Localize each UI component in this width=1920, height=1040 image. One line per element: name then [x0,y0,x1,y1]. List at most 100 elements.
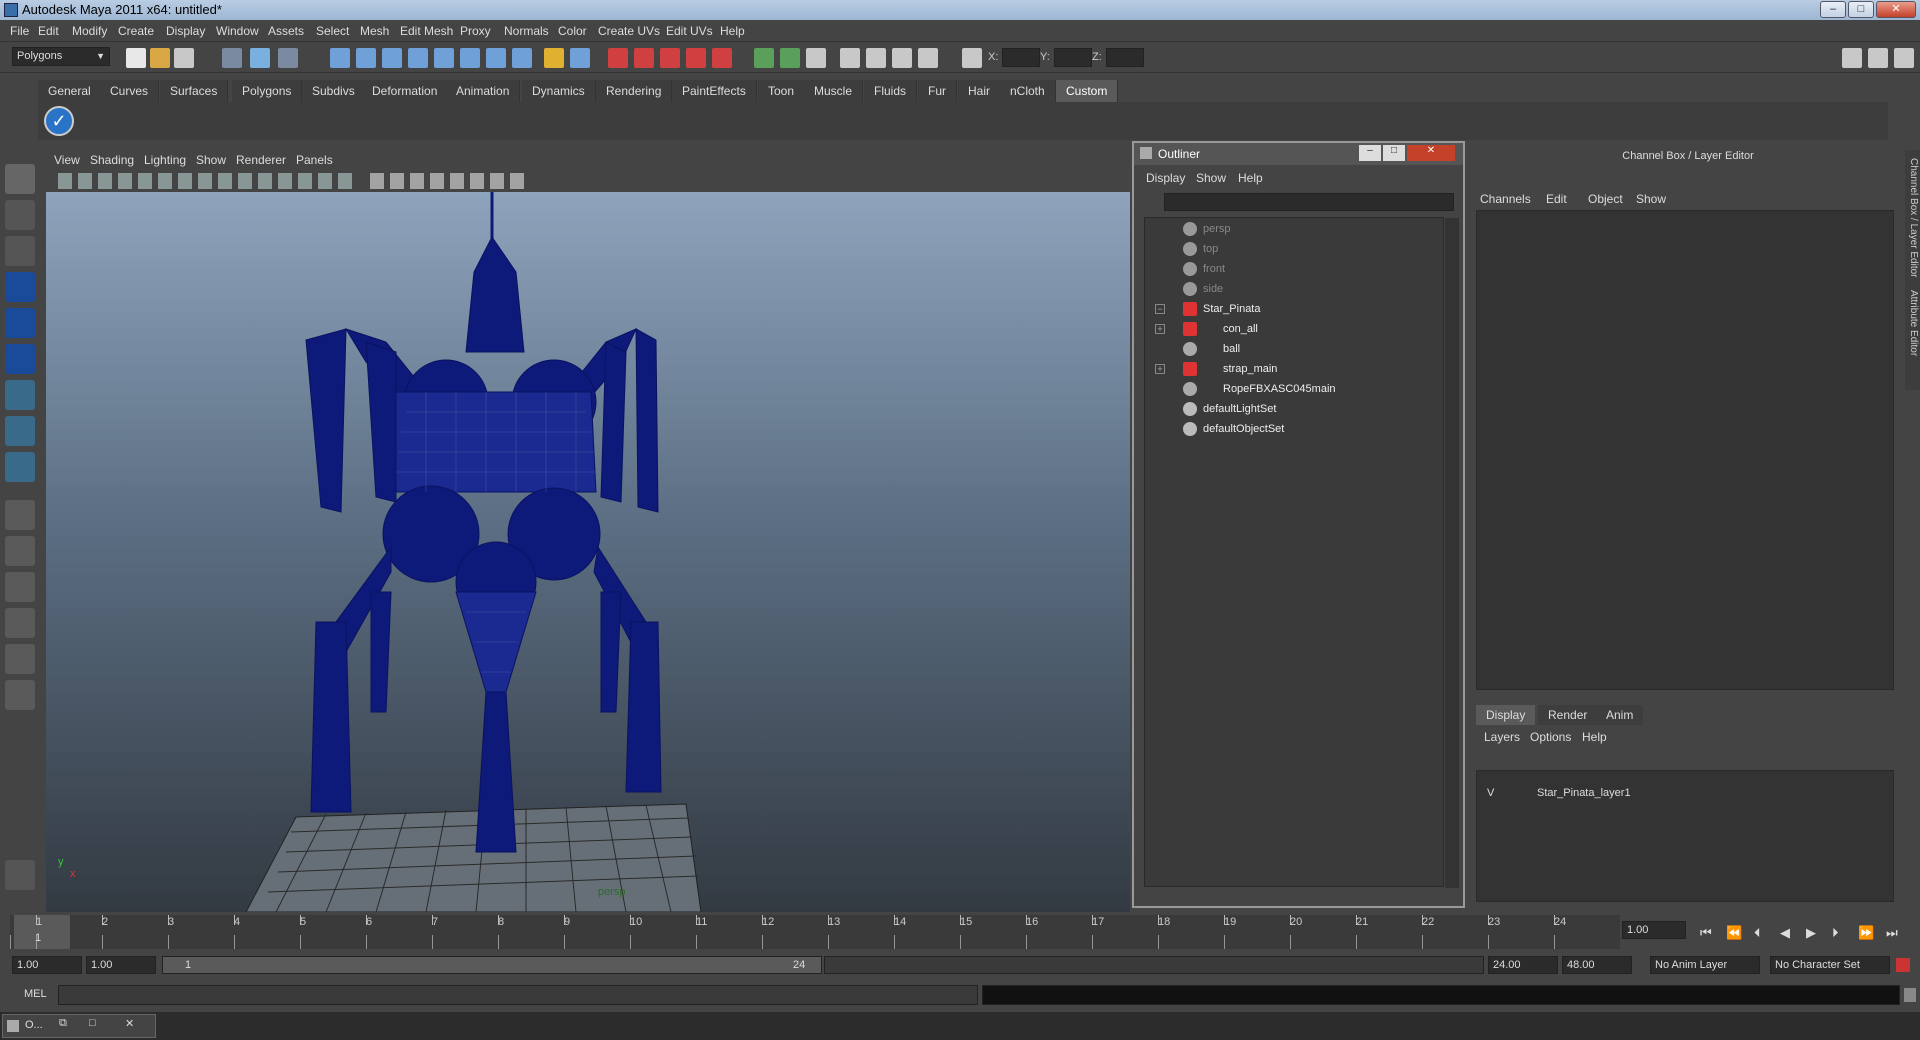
snap-point-icon[interactable] [382,48,402,68]
absolute-transform-icon[interactable] [962,48,982,68]
scene-icon[interactable] [5,860,35,890]
tab-rendering[interactable]: Rendering [596,80,673,102]
menu-mesh[interactable]: Mesh [360,24,389,38]
go-to-start-icon[interactable]: ⏮ [1700,925,1712,941]
layout-icon-1[interactable] [1842,48,1862,68]
list-item-star-pinata[interactable]: Star_Pinata [1203,300,1260,318]
vp-menu-lighting[interactable]: Lighting [144,153,186,167]
manipulator-tool-icon[interactable] [5,380,35,410]
outliner-persp-layout-icon[interactable] [5,572,35,602]
step-forward-key-icon[interactable]: ⏩ [1858,925,1874,941]
range-slider[interactable]: 1 24 [162,956,822,974]
maximize-icon[interactable]: □ [89,1017,96,1029]
render-frame-icon[interactable] [634,48,654,68]
tab-general[interactable]: General [38,80,102,102]
snap-curve-icon[interactable] [356,48,376,68]
outliner-close-button[interactable]: ✕ [1407,145,1455,161]
paint-select-icon[interactable] [5,236,35,266]
menu-modify[interactable]: Modify [72,24,107,38]
collapse-toggle[interactable]: − [1155,304,1165,314]
tab-custom[interactable]: Custom [1056,80,1119,102]
rename-icon[interactable] [780,48,800,68]
ipr-render-icon[interactable] [660,48,680,68]
cb-menu-show[interactable]: Show [1636,192,1666,206]
persp-graph-layout-icon[interactable] [5,608,35,638]
cb-menu-edit[interactable]: Edit [1546,192,1567,206]
select-component-icon[interactable] [278,48,298,68]
menu-create[interactable]: Create [118,24,154,38]
cb-menu-object[interactable]: Object [1588,192,1623,206]
tab-painteffects[interactable]: PaintEffects [672,80,757,102]
tab-fluids[interactable]: Fluids [864,80,918,102]
help-question-icon[interactable] [512,48,532,68]
anim-layer-selector[interactable]: No Anim Layer [1650,956,1760,974]
expand-toggle[interactable]: + [1155,364,1165,374]
layer-name[interactable]: Star_Pinata_layer1 [1537,787,1631,799]
shading-toolbar-icons[interactable] [370,173,530,189]
vp-menu-show[interactable]: Show [196,153,226,167]
layout-icon-3[interactable] [1894,48,1914,68]
restore-icon[interactable]: ⧉ [59,1017,67,1030]
tab-muscle[interactable]: Muscle [804,80,864,102]
panel-toolbar-icons[interactable] [58,173,358,189]
last-tool-icon[interactable] [5,452,35,482]
menu-create-uvs[interactable]: Create UVs [598,24,660,38]
list-item-top[interactable]: top [1203,240,1218,258]
list-item-default-light-set[interactable]: defaultLightSet [1203,400,1276,418]
step-back-key-icon[interactable]: ⏪ [1726,925,1742,941]
list-item-strap-main[interactable]: strap_main [1223,360,1277,378]
layer-tab-render[interactable]: Render [1538,705,1598,725]
x-field[interactable] [1002,48,1040,67]
hypershade-icon[interactable] [712,48,732,68]
tab-deformation[interactable]: Deformation [362,80,449,102]
layer-visibility-toggle[interactable]: V [1487,787,1494,799]
tab-curves[interactable]: Curves [100,80,160,102]
list-item-default-object-set[interactable]: defaultObjectSet [1203,420,1284,438]
render-view-icon[interactable] [608,48,628,68]
layer-tab-anim[interactable]: Anim [1596,705,1644,725]
time-slider[interactable]: 1 1 2 3 4 5 6 7 8 9 10 11 12 13 14 15 16… [10,915,1620,949]
command-input[interactable] [58,985,978,1005]
input-line-icon[interactable] [754,48,774,68]
select-tool-icon[interactable] [5,164,35,194]
layer-menu-help[interactable]: Help [1582,730,1607,744]
soft-mod-tool-icon[interactable] [5,416,35,446]
list-item-con-all[interactable]: con_all [1223,320,1258,338]
layer-tab-display[interactable]: Display [1476,705,1536,725]
layout-icon-2[interactable] [1868,48,1888,68]
menu-edit-mesh[interactable]: Edit Mesh [400,24,453,38]
vp-menu-panels[interactable]: Panels [296,153,333,167]
script-editor-icon[interactable] [1904,988,1916,1002]
select-object-icon[interactable] [250,48,270,68]
show-tool-settings-icon[interactable] [840,48,860,68]
single-view-layout-icon[interactable] [5,500,35,530]
outliner-menu-show[interactable]: Show [1196,171,1226,185]
show-attribute-editor-icon[interactable] [806,48,826,68]
menu-select[interactable]: Select [316,24,349,38]
rotate-tool-icon[interactable] [5,308,35,338]
menu-normals[interactable]: Normals [504,24,549,38]
outliner-filter-input[interactable] [1164,193,1454,211]
menu-edit-uvs[interactable]: Edit UVs [666,24,713,38]
history-icon[interactable] [486,48,506,68]
selection-mask-icon[interactable] [570,48,590,68]
cmd-language-label[interactable]: MEL [24,988,47,1000]
z-field[interactable] [1106,48,1144,67]
maximize-button[interactable]: □ [1848,1,1874,18]
render-settings-icon[interactable] [686,48,706,68]
move-tool-icon[interactable] [5,272,35,302]
list-item-ball[interactable]: ball [1223,340,1240,358]
vp-menu-view[interactable]: View [54,153,80,167]
current-time-field[interactable]: 1.00 [1622,921,1686,939]
close-icon[interactable]: ✕ [125,1017,134,1030]
save-scene-icon[interactable] [174,48,194,68]
play-forwards-icon[interactable]: ▶ [1806,925,1816,941]
menu-display[interactable]: Display [166,24,205,38]
scale-tool-icon[interactable] [5,344,35,374]
list-item-persp[interactable]: persp [1203,220,1231,238]
checkmark-shelf-icon[interactable]: ✓ [44,106,74,136]
close-button[interactable]: ✕ [1876,1,1916,18]
select-hierarchy-icon[interactable] [222,48,242,68]
list-item-rope-main[interactable]: RopeFBXASC045main [1223,380,1336,398]
outliner-menu-help[interactable]: Help [1238,171,1263,185]
